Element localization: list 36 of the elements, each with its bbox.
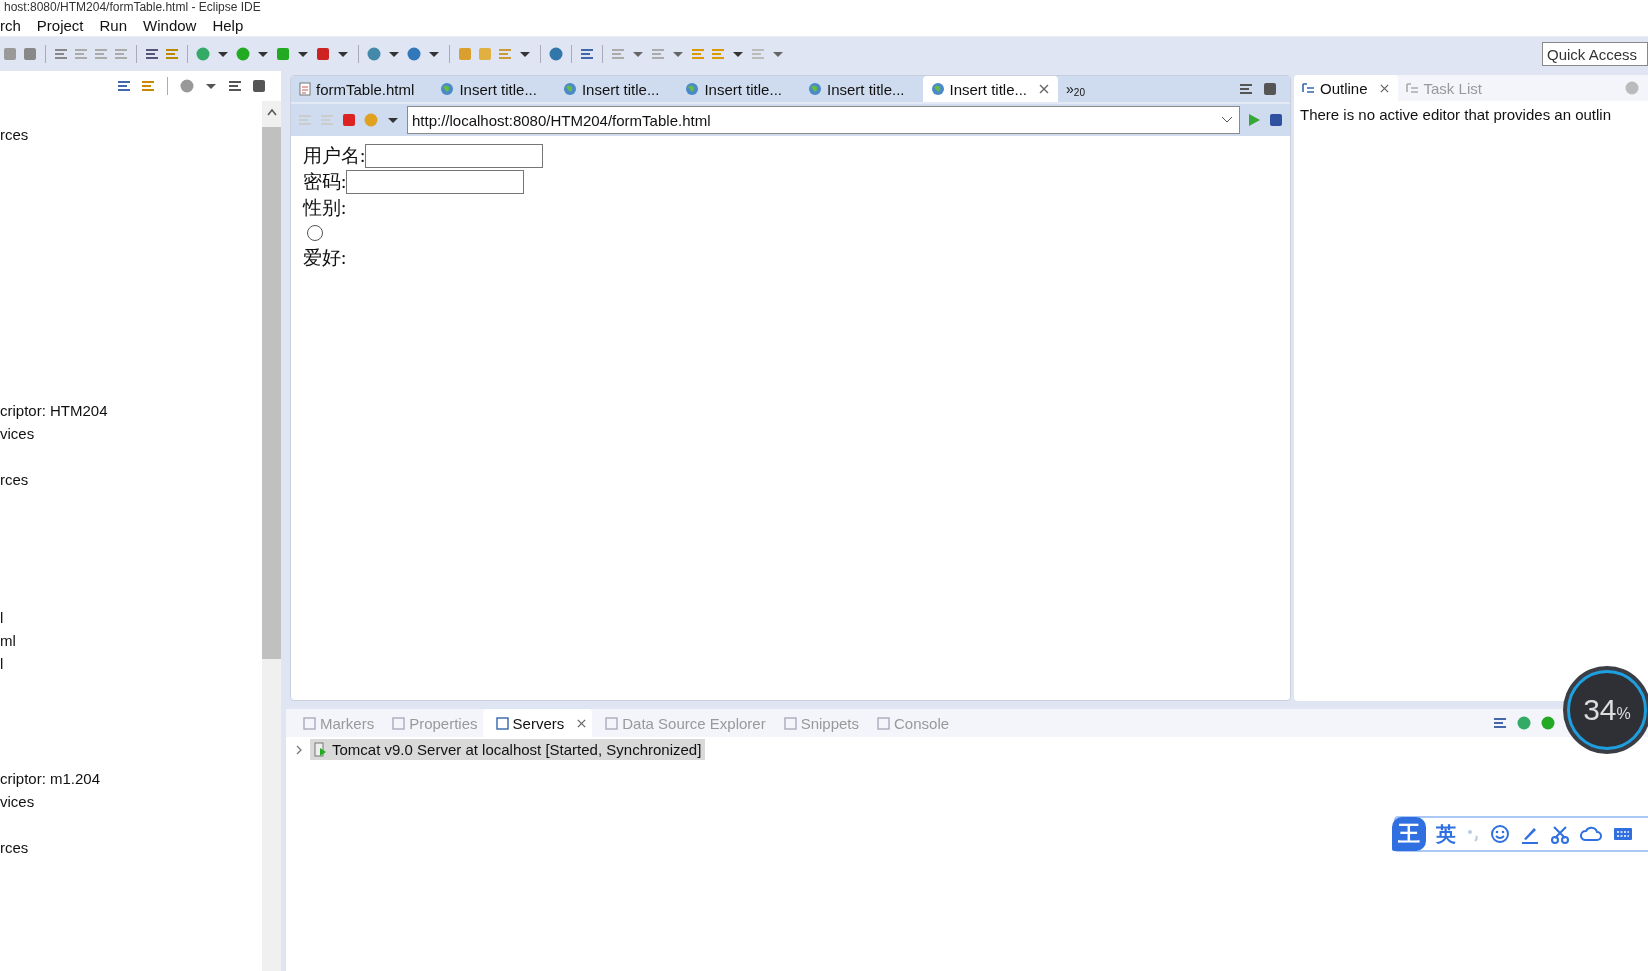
tree-item[interactable]: vices [0, 793, 35, 810]
menu-item[interactable]: Window [143, 16, 197, 34]
tab-overflow[interactable]: »20 [1058, 76, 1093, 102]
tree-item[interactable]: rces [0, 839, 29, 856]
tree-item[interactable]: criptor: m1.204 [0, 770, 101, 787]
menu-item[interactable]: rch [0, 16, 21, 34]
tree-item[interactable]: rces [0, 126, 29, 143]
field-label: 用户名: [303, 144, 366, 168]
editor-tab[interactable]: Insert title... [677, 76, 800, 102]
memory-meter: 34% [1567, 670, 1647, 750]
tree-item[interactable]: vices [0, 425, 35, 442]
quick-access-field[interactable]: Quick Access [1542, 42, 1648, 66]
outline-message: There is no active editor that provides an outlin [1299, 105, 1612, 125]
menu-item[interactable]: Project [36, 16, 84, 34]
editor-tab[interactable]: formTable.html [291, 76, 433, 102]
tree-item[interactable]: criptor: HTM204 [0, 402, 108, 419]
editor-tab[interactable]: Insert title... [432, 76, 555, 102]
tree-item[interactable]: ml [0, 632, 16, 649]
ime-logo[interactable]: 王 [1392, 817, 1426, 851]
tree-item[interactable]: l [0, 609, 4, 626]
editor-tab[interactable]: Insert title... [554, 76, 678, 102]
field-label: 密码: [303, 170, 347, 194]
editor-tab[interactable]: Insert title... [922, 76, 1059, 102]
view-tab[interactable]: Outline [1294, 75, 1398, 101]
tree-item[interactable]: rces [0, 471, 29, 488]
field-label: 爱好: [303, 246, 347, 270]
server-item[interactable]: Tomcat v9.0 Server at localhost [Started, Synchronized] [310, 739, 706, 760]
url-field[interactable]: http://localhost:8080/HTM204/formTable.html [407, 106, 1240, 134]
tree-item[interactable]: l [0, 655, 4, 672]
input-mode-toggle[interactable]: 英 [1436, 820, 1456, 848]
menu-item[interactable]: Run [99, 16, 128, 34]
view-tab[interactable]: Servers [482, 709, 593, 737]
field-label: 性别: [303, 196, 347, 220]
editor-tab[interactable]: Insert title... [799, 76, 923, 102]
menu-item[interactable]: Help [212, 16, 244, 34]
window-title: host:8080/HTM204/formTable.html - Eclipse IDE [4, 0, 261, 14]
